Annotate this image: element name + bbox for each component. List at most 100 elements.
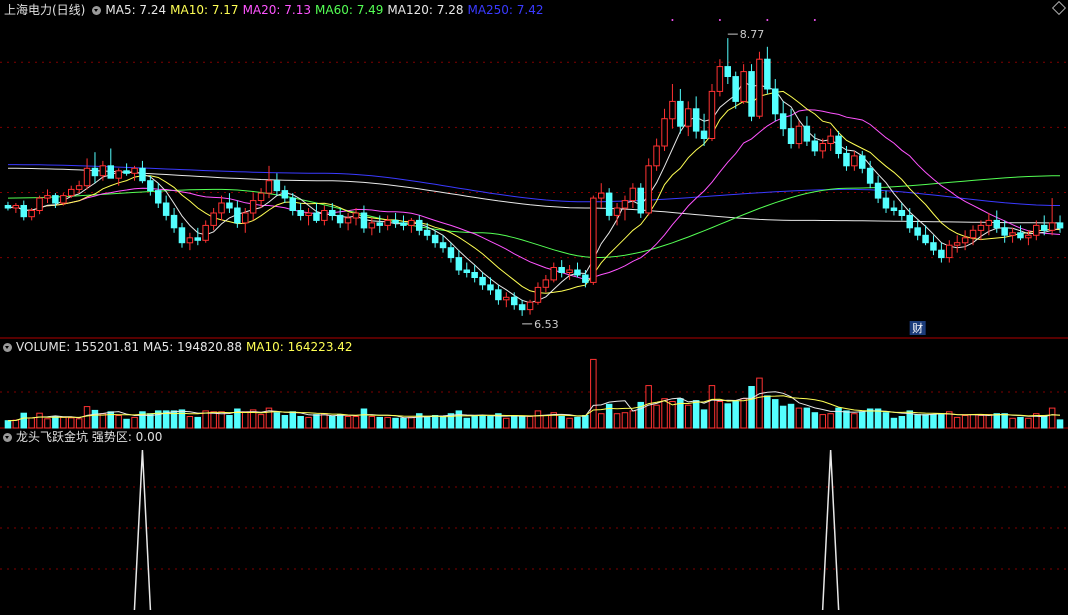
candle-body <box>526 301 534 311</box>
volume-bar <box>36 412 43 429</box>
volume-bar <box>281 415 289 429</box>
volume-bar <box>598 413 605 429</box>
candle-body <box>1056 222 1064 229</box>
candle-body <box>305 212 312 216</box>
signal-dot <box>671 19 674 21</box>
candle-body <box>669 100 676 120</box>
candle-body <box>993 219 1000 229</box>
candle-body <box>590 197 597 283</box>
ma20-line <box>7 109 1061 281</box>
volume-bar <box>582 415 589 429</box>
volume-bar <box>605 403 613 429</box>
volume-bar <box>993 413 1000 429</box>
dropdown-circle-icon[interactable] <box>92 6 102 15</box>
volume-bar <box>439 416 447 429</box>
candle-body <box>20 205 27 218</box>
candle-body <box>368 222 376 229</box>
ma10-value: MA10: 7.17 <box>170 3 239 17</box>
candle-body <box>131 167 138 174</box>
candle-body <box>692 108 700 132</box>
volume-bar <box>574 416 581 429</box>
volume-bar <box>969 414 977 429</box>
candle-body <box>463 269 470 273</box>
candlestick-series <box>4 38 1064 316</box>
candle-body <box>732 76 739 102</box>
volume-bar <box>534 410 542 429</box>
candle-body <box>155 190 162 204</box>
volume-bar <box>803 407 811 429</box>
candle-body <box>748 71 755 117</box>
ma20-value: MA20: 7.13 <box>242 3 311 17</box>
candle-body <box>930 242 937 251</box>
volume-bar <box>487 416 494 429</box>
volume-bar <box>748 386 755 429</box>
candle-body <box>890 207 898 211</box>
volume-bar <box>866 408 874 429</box>
candle-body <box>186 237 194 244</box>
candle-body <box>677 100 684 127</box>
candle-body <box>210 212 217 226</box>
candle-body <box>52 195 59 204</box>
volume-bar <box>479 415 486 429</box>
indicator-spike <box>133 449 152 611</box>
candle-body <box>1009 232 1016 236</box>
volume-bar <box>178 409 186 429</box>
volume-bar <box>779 405 787 429</box>
volume-bar <box>740 398 747 429</box>
candle-body <box>795 125 803 145</box>
indicator-dropdown-icon[interactable] <box>3 433 12 442</box>
candle-body <box>376 222 383 226</box>
volume-bar <box>518 416 526 429</box>
volume-bar <box>352 416 360 429</box>
volume-bar <box>985 414 993 429</box>
candle-body <box>194 237 201 241</box>
candle-body <box>162 202 170 216</box>
volume-bar <box>1017 416 1024 429</box>
candle-body <box>147 180 154 192</box>
volume-bar <box>558 416 565 429</box>
volume-bar <box>392 417 399 429</box>
volume-bar <box>669 401 676 429</box>
volume-bar <box>716 401 724 429</box>
stock-chart[interactable]: 8.77 6.53 财 <box>0 0 1068 615</box>
indicator-series <box>133 449 840 611</box>
volume-bar <box>922 414 929 429</box>
volume-bar <box>376 416 383 429</box>
volume-bar <box>685 404 692 429</box>
candle-body <box>898 210 906 216</box>
candle-body <box>819 143 826 152</box>
volume-bar <box>289 411 296 429</box>
candle-body <box>479 276 486 286</box>
candle-body <box>91 167 99 177</box>
volume-bar <box>91 409 99 429</box>
candle-body <box>637 187 644 214</box>
volume-bar <box>1025 417 1032 429</box>
volume-bar <box>645 385 652 429</box>
candle-body <box>1025 234 1032 239</box>
volume-bar <box>953 416 961 429</box>
signal-dot <box>766 19 769 21</box>
candle-body <box>835 135 842 155</box>
volume-bar <box>408 416 415 429</box>
volume-bar <box>44 418 51 429</box>
volume-bar <box>431 415 439 429</box>
volume-bar <box>1048 407 1056 429</box>
candle-body <box>1033 224 1040 236</box>
candle-body <box>851 155 858 167</box>
candle-body <box>257 192 265 202</box>
volume-bar <box>890 417 898 429</box>
volume-dropdown-icon[interactable] <box>3 343 12 352</box>
candle-body <box>344 217 352 224</box>
candle-body <box>550 267 557 281</box>
candle-body <box>265 180 273 194</box>
volume-bar <box>732 401 739 429</box>
volume-bar <box>977 415 985 429</box>
candle-body <box>511 296 518 306</box>
candle-body <box>44 195 51 199</box>
candle-body <box>661 118 668 147</box>
volume-bar <box>52 416 59 429</box>
volume-bar <box>811 412 819 429</box>
candle-body <box>613 207 621 216</box>
candle-body <box>487 284 494 291</box>
candle-body <box>866 167 874 184</box>
